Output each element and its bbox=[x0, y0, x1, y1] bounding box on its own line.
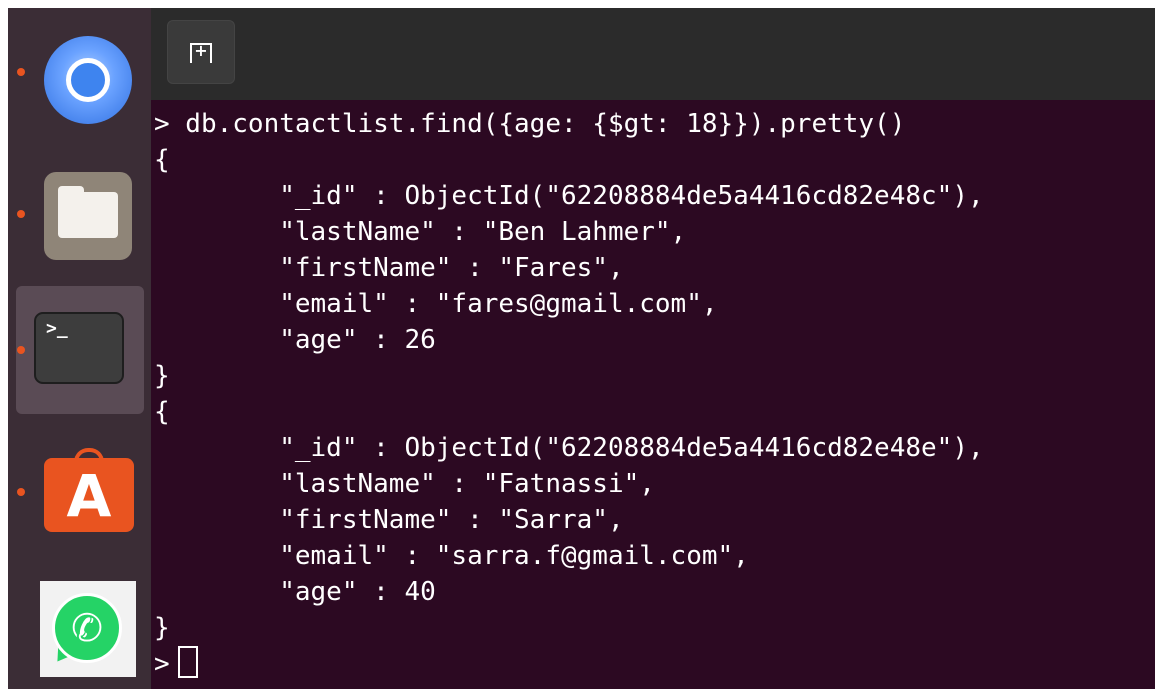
terminal-line: "lastName" : "Fatnassi", bbox=[154, 469, 655, 499]
terminal-line: "age" : 40 bbox=[154, 577, 436, 607]
terminal-icon-glyph: >_ bbox=[46, 318, 68, 339]
software-store-glyph: A bbox=[66, 462, 112, 530]
running-indicator bbox=[17, 488, 25, 496]
dock-item-software[interactable]: A bbox=[16, 428, 144, 556]
dock-item-chrome[interactable] bbox=[16, 8, 144, 136]
shell-prompt: > bbox=[154, 649, 170, 679]
terminal-line: "email" : "fares@gmail.com", bbox=[154, 289, 718, 319]
new-tab-button[interactable]: + bbox=[167, 20, 235, 84]
screen: >_ A ✆ + > db.contactlist.find({age: {$g bbox=[8, 8, 1155, 689]
dock-item-files[interactable] bbox=[16, 150, 144, 278]
whatsapp-icon: ✆ bbox=[40, 581, 136, 677]
chrome-icon bbox=[44, 36, 132, 124]
terminal-line: } bbox=[154, 361, 170, 391]
terminal-icon: >_ bbox=[34, 312, 124, 384]
terminal-line: "firstName" : "Sarra", bbox=[154, 505, 624, 535]
text-cursor bbox=[177, 646, 198, 678]
terminal-line: { bbox=[154, 397, 170, 427]
terminal-line: } bbox=[154, 613, 170, 643]
software-store-icon: A bbox=[44, 448, 134, 532]
terminal-output[interactable]: > db.contactlist.find({age: {$gt: 18}}).… bbox=[154, 106, 1154, 689]
terminal-prompt-line[interactable]: > bbox=[154, 646, 1154, 682]
dock-item-whatsapp[interactable]: ✆ bbox=[16, 561, 144, 689]
running-indicator bbox=[17, 68, 25, 76]
terminal-line: { bbox=[154, 145, 170, 175]
terminal-line: "age" : 26 bbox=[154, 325, 436, 355]
terminal-line: "_id" : ObjectId("62208884de5a4416cd82e4… bbox=[154, 181, 984, 211]
folder-body bbox=[58, 192, 118, 238]
plus-icon: + bbox=[194, 41, 208, 60]
terminal-line: "email" : "sarra.f@gmail.com", bbox=[154, 541, 749, 571]
terminal-line: "firstName" : "Fares", bbox=[154, 253, 624, 283]
running-indicator bbox=[17, 210, 25, 218]
chrome-icon-center bbox=[66, 58, 110, 102]
terminal-header-bar: + bbox=[151, 8, 1155, 100]
dock-item-terminal[interactable]: >_ bbox=[16, 286, 144, 414]
files-icon bbox=[44, 172, 132, 260]
terminal-line: "lastName" : "Ben Lahmer", bbox=[154, 217, 687, 247]
phone-icon: ✆ bbox=[71, 606, 103, 650]
terminal-line: "_id" : ObjectId("62208884de5a4416cd82e4… bbox=[154, 433, 984, 463]
running-indicator bbox=[17, 346, 25, 354]
dock: >_ A ✆ bbox=[8, 8, 151, 689]
terminal-line: > db.contactlist.find({age: {$gt: 18}}).… bbox=[154, 109, 906, 139]
